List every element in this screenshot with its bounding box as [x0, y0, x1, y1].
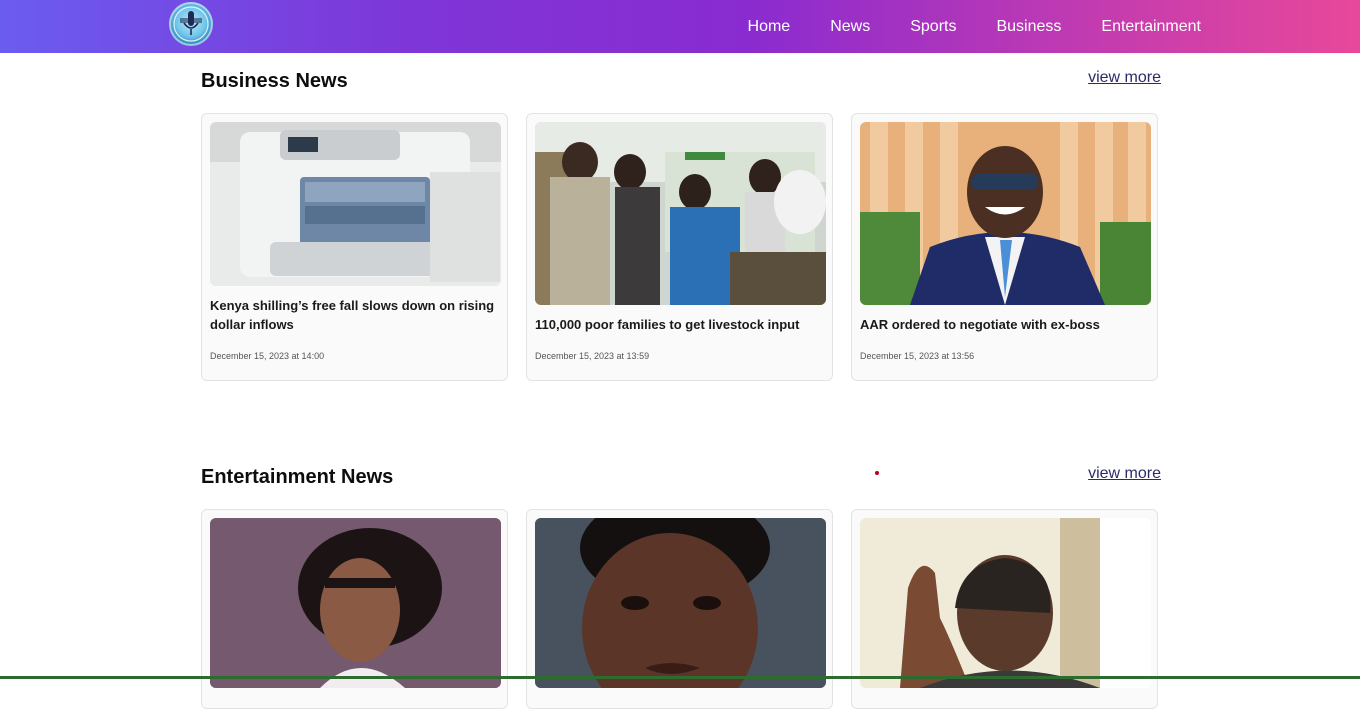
- site-logo[interactable]: [169, 2, 213, 46]
- microphone-logo-icon: [173, 6, 209, 42]
- seeds-shop-crowd-image: [535, 122, 826, 305]
- nav-home[interactable]: Home: [748, 18, 791, 36]
- nav-links: Home News Sports Business Entertainment: [748, 0, 1201, 53]
- business-news-card[interactable]: AAR ordered to negotiate with ex-boss De…: [851, 113, 1158, 381]
- man-raising-hand-image: [860, 518, 1151, 688]
- nav-business[interactable]: Business: [996, 18, 1061, 36]
- card-date: December 15, 2023 at 13:56: [860, 351, 975, 361]
- card-title[interactable]: 110,000 poor families to get livestock i…: [535, 315, 820, 334]
- nav-entertainment[interactable]: Entertainment: [1101, 18, 1201, 36]
- entertainment-view-more-link[interactable]: view more: [1088, 465, 1161, 483]
- business-news-card[interactable]: Kenya shilling’s free fall slows down on…: [201, 113, 508, 381]
- money-counter-image: [210, 122, 501, 286]
- loading-dot: [875, 471, 879, 475]
- card-title[interactable]: Kenya shilling’s free fall slows down on…: [210, 296, 495, 334]
- card-title[interactable]: AAR ordered to negotiate with ex-boss: [860, 315, 1145, 334]
- business-news-card[interactable]: 110,000 poor families to get livestock i…: [526, 113, 833, 381]
- entertainment-section-title: Entertainment News: [201, 466, 394, 488]
- business-section-title: Business News: [201, 70, 348, 92]
- nav-sports[interactable]: Sports: [910, 18, 956, 36]
- card-date: December 15, 2023 at 14:00: [210, 351, 325, 361]
- entertainment-news-card[interactable]: [526, 509, 833, 709]
- entertainment-news-card[interactable]: [851, 509, 1158, 709]
- card-date: December 15, 2023 at 13:59: [535, 351, 650, 361]
- business-view-more-link[interactable]: view more: [1088, 69, 1161, 87]
- nav-news[interactable]: News: [830, 18, 870, 36]
- woman-closeup-portrait-image: [535, 518, 826, 688]
- woman-braids-portrait-image: [210, 518, 501, 688]
- top-navbar: Home News Sports Business Entertainment: [0, 0, 1360, 53]
- smiling-man-suit-image: [860, 122, 1151, 305]
- entertainment-news-card[interactable]: [201, 509, 508, 709]
